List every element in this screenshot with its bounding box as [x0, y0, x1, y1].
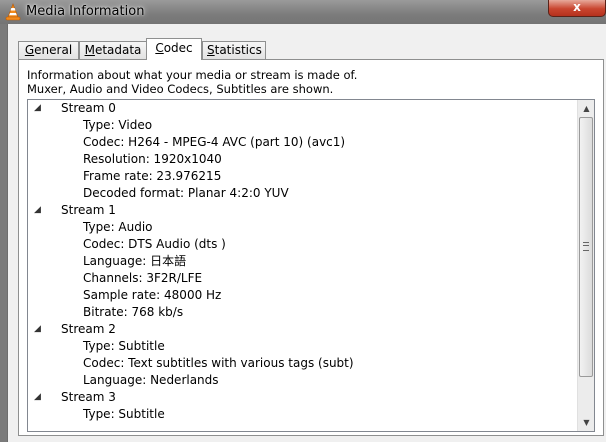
stream-property-label: Type: Subtitle [83, 407, 165, 421]
stream-property[interactable]: Codec: H264 - MPEG-4 AVC (part 10) (avc1… [28, 134, 579, 151]
stream-property[interactable]: Type: Subtitle [28, 406, 579, 423]
tab-statistics-label: Statistics [207, 43, 262, 57]
tab-codec-label: Codec [155, 41, 193, 55]
stream-property-label: Type: Video [83, 118, 153, 132]
stream-property[interactable]: Frame rate: 23.976215 [28, 168, 579, 185]
close-button[interactable]: x [548, 0, 606, 17]
scroll-grip-icon [583, 242, 589, 251]
vlc-cone-icon [5, 3, 21, 21]
stream-property[interactable]: Sample rate: 48000 Hz [28, 287, 579, 304]
window-title: Media Information [26, 4, 145, 19]
stream-property-label: Codec: Text subtitles with various tags … [83, 356, 354, 370]
stream-label: Stream 0 [61, 101, 116, 115]
stream-property-label: Type: Subtitle [83, 339, 165, 353]
stream-node[interactable]: ◢ Stream 2 [28, 321, 579, 338]
stream-label: Stream 3 [61, 390, 116, 404]
stream-property[interactable]: Type: Subtitle [28, 338, 579, 355]
stream-property[interactable]: Codec: DTS Audio (dts ) [28, 236, 579, 253]
expand-arrow-icon[interactable]: ◢ [34, 100, 41, 117]
stream-property-label: Language: 日本語 [83, 254, 187, 268]
stream-property-label: Frame rate: 23.976215 [83, 169, 222, 183]
stream-property-label: Channels: 3F2R/LFE [83, 271, 203, 285]
stream-property[interactable]: Type: Video [28, 117, 579, 134]
stream-label: Stream 2 [61, 322, 116, 336]
stream-node[interactable]: ◢ Stream 0 [28, 100, 579, 117]
stream-tree-content: ◢ Stream 0 Type: Video Codec: H264 - MPEG-4… [28, 100, 579, 423]
stream-label: Stream 1 [61, 203, 116, 217]
tab-metadata[interactable]: Metadata [79, 41, 147, 59]
stream-property-label: Type: Audio [83, 220, 153, 234]
stream-property[interactable]: Type: Audio [28, 219, 579, 236]
stream-property[interactable]: Language: 日本語 [28, 253, 579, 270]
codec-panel: Information about what your media or str… [18, 59, 604, 436]
stream-node[interactable]: ◢ Stream 3 [28, 389, 579, 406]
description-line-1: Information about what your media or str… [27, 68, 358, 82]
expand-arrow-icon[interactable]: ◢ [34, 389, 41, 406]
codec-description: Information about what your media or str… [27, 68, 357, 96]
stream-property[interactable]: Channels: 3F2R/LFE [28, 270, 579, 287]
media-info-dialog: General Metadata Codec Statistics Inform… [7, 24, 606, 442]
tab-metadata-label: Metadata [84, 43, 142, 57]
stream-property[interactable]: Resolution: 1920x1040 [28, 151, 579, 168]
tab-general-label: General [24, 43, 73, 57]
description-line-2: Muxer, Audio and Video Codecs, Subtitles… [27, 82, 334, 96]
stream-property[interactable]: Language: Nederlands [28, 372, 579, 389]
vertical-scrollbar[interactable]: ▲ ▼ [577, 100, 594, 431]
tab-codec[interactable]: Codec [146, 38, 202, 60]
stream-property[interactable]: Decoded format: Planar 4:2:0 YUV [28, 185, 579, 202]
stream-property-label: Resolution: 1920x1040 [83, 152, 222, 166]
scroll-up-arrow-icon[interactable]: ▲ [579, 101, 594, 116]
stream-node[interactable]: ◢ Stream 1 [28, 202, 579, 219]
expand-arrow-icon[interactable]: ◢ [34, 321, 41, 338]
scroll-thumb[interactable] [579, 117, 593, 377]
stream-property-label: Codec: H264 - MPEG-4 AVC (part 10) (avc1… [83, 135, 346, 149]
expand-arrow-icon[interactable]: ◢ [34, 202, 41, 219]
stream-property-label: Bitrate: 768 kb/s [83, 305, 184, 319]
tab-statistics[interactable]: Statistics [202, 41, 266, 59]
stream-property-label: Codec: DTS Audio (dts ) [83, 237, 226, 251]
stream-property[interactable]: Bitrate: 768 kb/s [28, 304, 579, 321]
stream-property-label: Decoded format: Planar 4:2:0 YUV [83, 186, 289, 200]
tab-general[interactable]: General [18, 41, 79, 59]
scroll-down-arrow-icon[interactable]: ▼ [579, 415, 594, 430]
stream-property-label: Language: Nederlands [83, 373, 219, 387]
title-bar[interactable]: Media Information x [0, 0, 606, 24]
stream-property[interactable]: Codec: Text subtitles with various tags … [28, 355, 579, 372]
stream-property-label: Sample rate: 48000 Hz [83, 288, 222, 302]
stream-tree[interactable]: ◢ Stream 0 Type: Video Codec: H264 - MPEG-4… [27, 99, 595, 432]
